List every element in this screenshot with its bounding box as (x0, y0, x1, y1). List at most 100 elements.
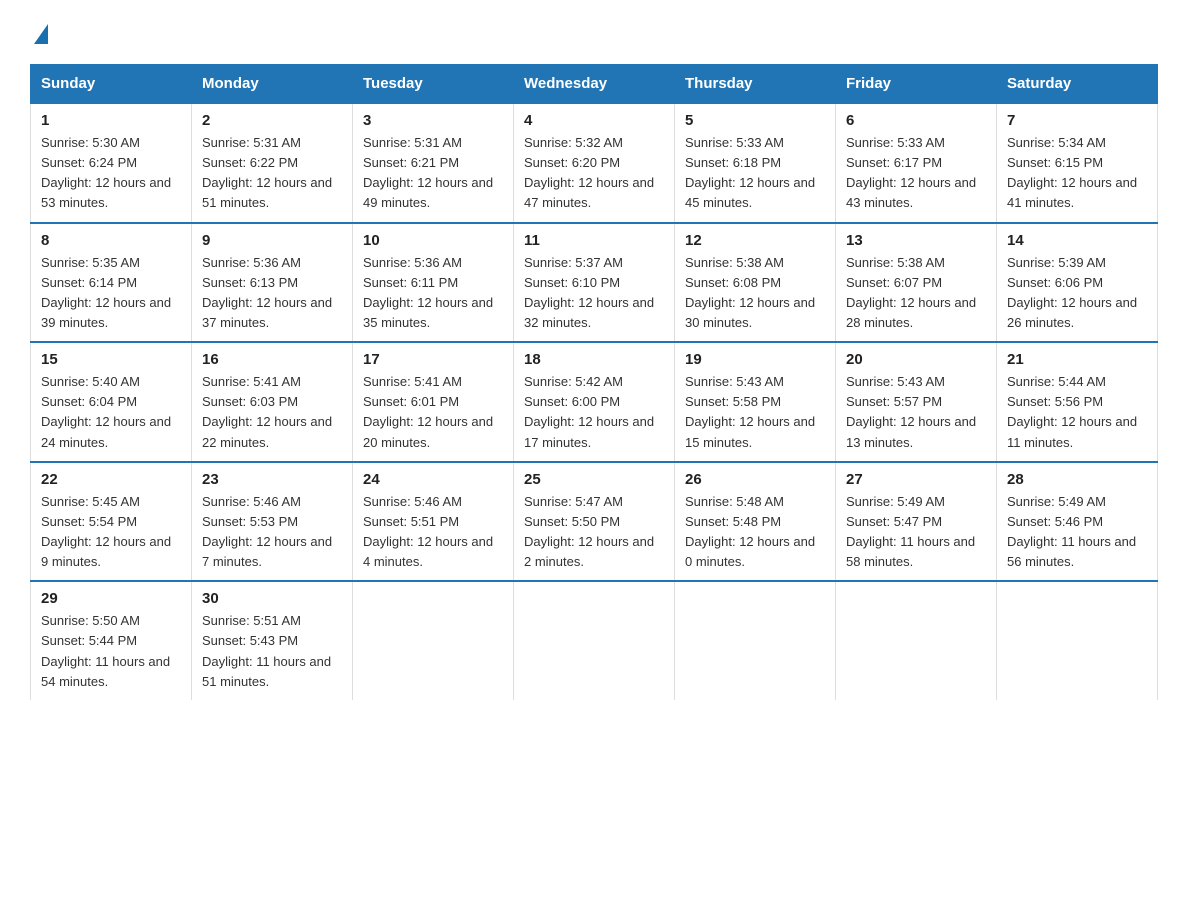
day-number: 2 (202, 112, 342, 129)
day-cell: 28 Sunrise: 5:49 AMSunset: 5:46 PMDaylig… (997, 462, 1158, 582)
day-info: Sunrise: 5:37 AMSunset: 6:10 PMDaylight:… (524, 253, 664, 334)
header-wednesday: Wednesday (514, 65, 675, 104)
day-number: 17 (363, 351, 503, 368)
week-row-3: 15 Sunrise: 5:40 AMSunset: 6:04 PMDaylig… (31, 342, 1158, 462)
day-info: Sunrise: 5:41 AMSunset: 6:01 PMDaylight:… (363, 372, 503, 453)
day-number: 21 (1007, 351, 1147, 368)
day-number: 10 (363, 232, 503, 249)
day-cell: 5 Sunrise: 5:33 AMSunset: 6:18 PMDayligh… (675, 103, 836, 223)
day-info: Sunrise: 5:31 AMSunset: 6:21 PMDaylight:… (363, 133, 503, 214)
day-cell: 21 Sunrise: 5:44 AMSunset: 5:56 PMDaylig… (997, 342, 1158, 462)
week-row-5: 29 Sunrise: 5:50 AMSunset: 5:44 PMDaylig… (31, 581, 1158, 700)
day-cell: 23 Sunrise: 5:46 AMSunset: 5:53 PMDaylig… (192, 462, 353, 582)
day-number: 24 (363, 471, 503, 488)
day-cell: 27 Sunrise: 5:49 AMSunset: 5:47 PMDaylig… (836, 462, 997, 582)
day-cell: 17 Sunrise: 5:41 AMSunset: 6:01 PMDaylig… (353, 342, 514, 462)
header-tuesday: Tuesday (353, 65, 514, 104)
day-cell: 12 Sunrise: 5:38 AMSunset: 6:08 PMDaylig… (675, 223, 836, 343)
calendar-header-row: SundayMondayTuesdayWednesdayThursdayFrid… (31, 65, 1158, 104)
day-number: 6 (846, 112, 986, 129)
day-number: 8 (41, 232, 181, 249)
day-number: 19 (685, 351, 825, 368)
day-cell: 6 Sunrise: 5:33 AMSunset: 6:17 PMDayligh… (836, 103, 997, 223)
header-monday: Monday (192, 65, 353, 104)
day-info: Sunrise: 5:49 AMSunset: 5:46 PMDaylight:… (1007, 492, 1147, 573)
week-row-1: 1 Sunrise: 5:30 AMSunset: 6:24 PMDayligh… (31, 103, 1158, 223)
day-cell: 3 Sunrise: 5:31 AMSunset: 6:21 PMDayligh… (353, 103, 514, 223)
day-cell (836, 581, 997, 700)
header-saturday: Saturday (997, 65, 1158, 104)
day-number: 12 (685, 232, 825, 249)
day-number: 16 (202, 351, 342, 368)
day-cell: 24 Sunrise: 5:46 AMSunset: 5:51 PMDaylig… (353, 462, 514, 582)
day-info: Sunrise: 5:43 AMSunset: 5:57 PMDaylight:… (846, 372, 986, 453)
day-number: 3 (363, 112, 503, 129)
day-number: 9 (202, 232, 342, 249)
day-info: Sunrise: 5:48 AMSunset: 5:48 PMDaylight:… (685, 492, 825, 573)
day-info: Sunrise: 5:49 AMSunset: 5:47 PMDaylight:… (846, 492, 986, 573)
day-info: Sunrise: 5:34 AMSunset: 6:15 PMDaylight:… (1007, 133, 1147, 214)
day-number: 5 (685, 112, 825, 129)
day-cell (514, 581, 675, 700)
day-number: 26 (685, 471, 825, 488)
day-number: 25 (524, 471, 664, 488)
week-row-2: 8 Sunrise: 5:35 AMSunset: 6:14 PMDayligh… (31, 223, 1158, 343)
day-info: Sunrise: 5:30 AMSunset: 6:24 PMDaylight:… (41, 133, 181, 214)
day-info: Sunrise: 5:41 AMSunset: 6:03 PMDaylight:… (202, 372, 342, 453)
day-info: Sunrise: 5:40 AMSunset: 6:04 PMDaylight:… (41, 372, 181, 453)
day-cell: 14 Sunrise: 5:39 AMSunset: 6:06 PMDaylig… (997, 223, 1158, 343)
day-cell: 26 Sunrise: 5:48 AMSunset: 5:48 PMDaylig… (675, 462, 836, 582)
week-row-4: 22 Sunrise: 5:45 AMSunset: 5:54 PMDaylig… (31, 462, 1158, 582)
day-info: Sunrise: 5:43 AMSunset: 5:58 PMDaylight:… (685, 372, 825, 453)
day-cell: 8 Sunrise: 5:35 AMSunset: 6:14 PMDayligh… (31, 223, 192, 343)
day-info: Sunrise: 5:32 AMSunset: 6:20 PMDaylight:… (524, 133, 664, 214)
page-header (30, 20, 1158, 44)
day-info: Sunrise: 5:44 AMSunset: 5:56 PMDaylight:… (1007, 372, 1147, 453)
day-number: 15 (41, 351, 181, 368)
day-info: Sunrise: 5:50 AMSunset: 5:44 PMDaylight:… (41, 611, 181, 692)
day-info: Sunrise: 5:46 AMSunset: 5:53 PMDaylight:… (202, 492, 342, 573)
day-number: 7 (1007, 112, 1147, 129)
day-number: 1 (41, 112, 181, 129)
day-cell: 10 Sunrise: 5:36 AMSunset: 6:11 PMDaylig… (353, 223, 514, 343)
day-info: Sunrise: 5:36 AMSunset: 6:13 PMDaylight:… (202, 253, 342, 334)
day-number: 23 (202, 471, 342, 488)
day-cell: 22 Sunrise: 5:45 AMSunset: 5:54 PMDaylig… (31, 462, 192, 582)
logo-triangle-icon (34, 24, 48, 44)
day-cell: 16 Sunrise: 5:41 AMSunset: 6:03 PMDaylig… (192, 342, 353, 462)
day-cell: 20 Sunrise: 5:43 AMSunset: 5:57 PMDaylig… (836, 342, 997, 462)
day-cell: 25 Sunrise: 5:47 AMSunset: 5:50 PMDaylig… (514, 462, 675, 582)
day-cell: 15 Sunrise: 5:40 AMSunset: 6:04 PMDaylig… (31, 342, 192, 462)
day-info: Sunrise: 5:51 AMSunset: 5:43 PMDaylight:… (202, 611, 342, 692)
day-number: 11 (524, 232, 664, 249)
day-info: Sunrise: 5:38 AMSunset: 6:07 PMDaylight:… (846, 253, 986, 334)
day-number: 4 (524, 112, 664, 129)
day-number: 20 (846, 351, 986, 368)
day-cell: 13 Sunrise: 5:38 AMSunset: 6:07 PMDaylig… (836, 223, 997, 343)
day-number: 29 (41, 590, 181, 607)
logo (30, 20, 48, 44)
day-number: 14 (1007, 232, 1147, 249)
day-cell: 1 Sunrise: 5:30 AMSunset: 6:24 PMDayligh… (31, 103, 192, 223)
day-cell (997, 581, 1158, 700)
day-info: Sunrise: 5:39 AMSunset: 6:06 PMDaylight:… (1007, 253, 1147, 334)
day-info: Sunrise: 5:38 AMSunset: 6:08 PMDaylight:… (685, 253, 825, 334)
day-info: Sunrise: 5:35 AMSunset: 6:14 PMDaylight:… (41, 253, 181, 334)
header-friday: Friday (836, 65, 997, 104)
day-cell: 11 Sunrise: 5:37 AMSunset: 6:10 PMDaylig… (514, 223, 675, 343)
day-cell: 30 Sunrise: 5:51 AMSunset: 5:43 PMDaylig… (192, 581, 353, 700)
day-cell: 9 Sunrise: 5:36 AMSunset: 6:13 PMDayligh… (192, 223, 353, 343)
day-number: 18 (524, 351, 664, 368)
day-cell: 4 Sunrise: 5:32 AMSunset: 6:20 PMDayligh… (514, 103, 675, 223)
day-info: Sunrise: 5:36 AMSunset: 6:11 PMDaylight:… (363, 253, 503, 334)
day-cell: 2 Sunrise: 5:31 AMSunset: 6:22 PMDayligh… (192, 103, 353, 223)
day-number: 30 (202, 590, 342, 607)
header-thursday: Thursday (675, 65, 836, 104)
day-info: Sunrise: 5:42 AMSunset: 6:00 PMDaylight:… (524, 372, 664, 453)
day-cell: 19 Sunrise: 5:43 AMSunset: 5:58 PMDaylig… (675, 342, 836, 462)
day-cell: 7 Sunrise: 5:34 AMSunset: 6:15 PMDayligh… (997, 103, 1158, 223)
day-info: Sunrise: 5:33 AMSunset: 6:18 PMDaylight:… (685, 133, 825, 214)
header-sunday: Sunday (31, 65, 192, 104)
day-number: 28 (1007, 471, 1147, 488)
day-info: Sunrise: 5:46 AMSunset: 5:51 PMDaylight:… (363, 492, 503, 573)
